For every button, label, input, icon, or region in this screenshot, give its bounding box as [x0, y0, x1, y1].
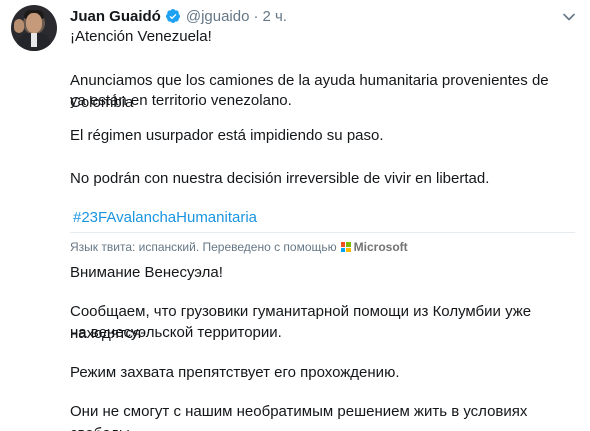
- translation-note: Язык твита: испанский. Переведено с помо…: [70, 238, 408, 256]
- hashtag-link[interactable]: #23FAvalanchaHumanitaria: [73, 207, 578, 229]
- tweet-time[interactable]: 2 ч.: [262, 8, 287, 25]
- translated-line-4: Они не смогут с нашим необратимым решени…: [70, 403, 528, 431]
- microsoft-brand[interactable]: Microsoft: [354, 240, 408, 254]
- author-handle[interactable]: @jguaido: [186, 8, 250, 25]
- original-line-1: ¡Atención Venezuela!: [70, 28, 212, 45]
- avatar[interactable]: [11, 5, 57, 51]
- translation-divider: [70, 232, 575, 233]
- separator-dot: ·: [253, 7, 259, 25]
- translated-line-2b: на венесуэльской территории.: [70, 324, 282, 341]
- original-line-2b: ya están en territorio venezolano.: [70, 92, 292, 109]
- translated-line-1: Внимание Венесуэла!: [70, 264, 223, 281]
- tweet-header: Juan Guaidó @jguaido · 2 ч.: [70, 5, 287, 27]
- original-line-3: El régimen usurpador está impidiendo su …: [70, 127, 384, 144]
- author-name[interactable]: Juan Guaidó: [70, 8, 161, 25]
- chevron-down-icon[interactable]: [562, 10, 576, 24]
- translated-line-3: Режим захвата препятствует его прохожден…: [70, 364, 400, 381]
- original-line-4: No podrán con nuestra decisión irreversi…: [70, 170, 490, 187]
- tweet: Juan Guaidó @jguaido · 2 ч. ¡Atención Ve…: [0, 0, 590, 431]
- verified-badge-icon: [165, 9, 180, 23]
- microsoft-logo-icon: [340, 242, 351, 252]
- translation-label: Язык твита: испанский. Переведено с помо…: [70, 240, 337, 254]
